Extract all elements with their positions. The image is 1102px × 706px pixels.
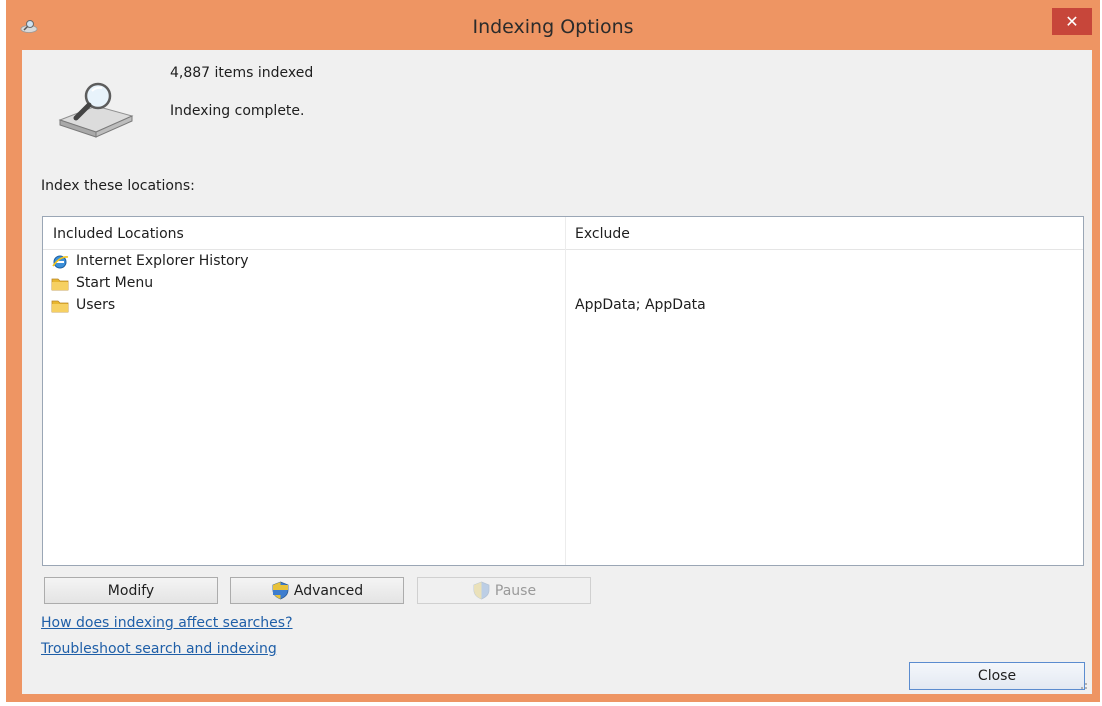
- column-header-exclude[interactable]: Exclude: [575, 226, 630, 242]
- folder-icon: [51, 278, 69, 291]
- modify-button[interactable]: Modify: [44, 577, 218, 604]
- help-link-affect-searches[interactable]: How does indexing affect searches?: [41, 615, 293, 631]
- advanced-button[interactable]: Advanced: [230, 577, 404, 604]
- close-button-label: Close: [977, 668, 1017, 684]
- pause-button-label: Pause: [494, 582, 537, 599]
- advanced-button-label: Advanced: [293, 582, 364, 599]
- pause-button[interactable]: Pause: [417, 577, 591, 604]
- modify-button-label: Modify: [107, 582, 155, 599]
- list-item[interactable]: Users AppData; AppData: [51, 296, 1071, 318]
- locations-label: Index these locations:: [41, 178, 195, 194]
- location-exclude: AppData; AppData: [575, 297, 706, 313]
- list-item[interactable]: Start Menu: [51, 274, 1071, 296]
- dialog-body: 4,887 items indexed Indexing complete. I…: [22, 50, 1092, 694]
- uac-shield-icon: [272, 581, 289, 600]
- help-link-troubleshoot[interactable]: Troubleshoot search and indexing: [41, 641, 277, 657]
- window-title: Indexing Options: [472, 16, 634, 38]
- indexing-options-window: Indexing Options ✕ 4,887 items indexed I…: [6, 0, 1100, 702]
- uac-shield-icon: [473, 581, 490, 600]
- window-close-button[interactable]: ✕: [1052, 8, 1092, 35]
- resize-grip-icon[interactable]: [1078, 680, 1088, 690]
- title-bar[interactable]: Indexing Options ✕: [6, 0, 1100, 50]
- close-button[interactable]: Close: [909, 662, 1085, 690]
- location-name: Internet Explorer History: [76, 253, 249, 269]
- internet-explorer-icon: [52, 255, 69, 269]
- indexing-status: Indexing complete.: [170, 103, 305, 119]
- list-header: Included Locations Exclude: [43, 217, 1083, 250]
- column-header-included[interactable]: Included Locations: [53, 226, 184, 242]
- location-name: Start Menu: [76, 275, 154, 291]
- folder-icon: [51, 300, 69, 313]
- locations-list[interactable]: Included Locations Exclude Internet Expl…: [42, 216, 1084, 566]
- list-item[interactable]: Internet Explorer History: [51, 252, 1071, 274]
- indexing-drive-icon: [58, 82, 134, 138]
- location-name: Users: [76, 297, 116, 313]
- items-indexed-count: 4,887 items indexed: [170, 65, 314, 81]
